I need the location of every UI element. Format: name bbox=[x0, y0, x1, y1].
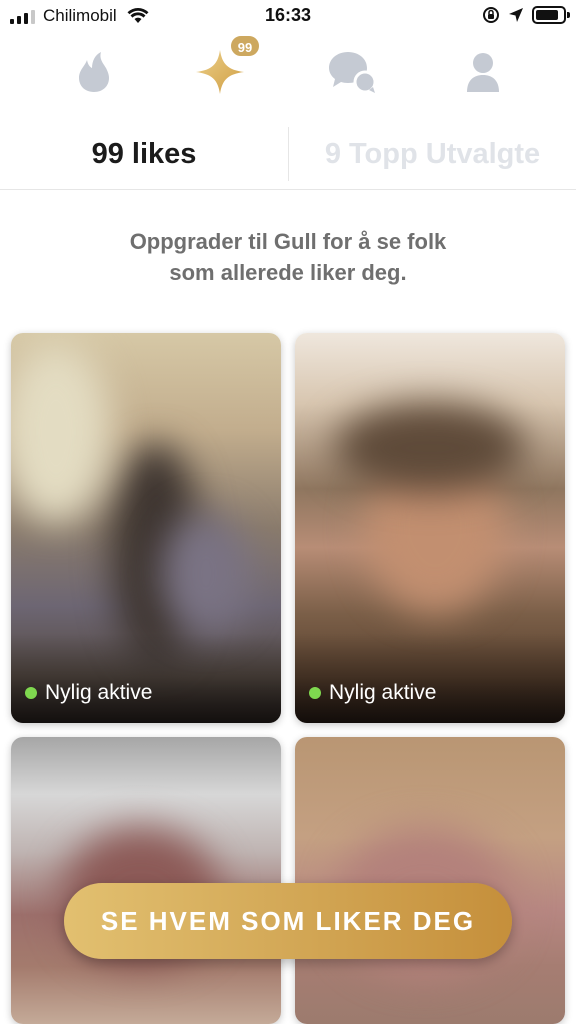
card-shade bbox=[295, 633, 565, 723]
blurred-profile-card[interactable]: Nylig aktive bbox=[11, 333, 281, 723]
likes-tabs: 99 likes 9 Topp Utvalgte bbox=[0, 118, 576, 190]
likes-screen: Chilimobil 16:33 99 99 likes 9 Topp Utva… bbox=[0, 0, 576, 1024]
tab-top-picks[interactable]: 9 Topp Utvalgte bbox=[289, 118, 576, 190]
blurred-figure bbox=[161, 513, 251, 633]
upgrade-message-line-1: Oppgrader til Gull for å se folk bbox=[129, 229, 447, 254]
status-bar: Chilimobil 16:33 bbox=[0, 0, 576, 34]
battery-level bbox=[536, 10, 558, 20]
see-who-likes-you-button[interactable]: SE HVEM SOM LIKER DEG bbox=[64, 883, 512, 959]
nav-profile-button[interactable] bbox=[453, 42, 513, 102]
active-dot-icon bbox=[25, 687, 37, 699]
active-status: Nylig aktive bbox=[25, 681, 152, 705]
likes-count-badge: 99 bbox=[229, 34, 261, 58]
blurred-hair bbox=[335, 403, 525, 493]
orientation-lock-icon bbox=[483, 7, 499, 23]
upgrade-message: Oppgrader til Gull for å se folk som all… bbox=[60, 226, 516, 288]
person-icon bbox=[467, 53, 499, 92]
tab-likes[interactable]: 99 likes bbox=[0, 118, 288, 190]
battery-icon bbox=[532, 6, 570, 24]
status-right bbox=[482, 6, 570, 24]
top-nav: 99 bbox=[0, 34, 576, 112]
active-status: Nylig aktive bbox=[309, 681, 436, 705]
card-shade bbox=[11, 633, 281, 723]
nav-messages-button[interactable] bbox=[323, 42, 383, 102]
location-icon bbox=[509, 8, 523, 22]
active-status-label: Nylig aktive bbox=[45, 681, 153, 704]
blurred-profile-card[interactable] bbox=[295, 737, 565, 1024]
nav-flame-button[interactable] bbox=[64, 42, 124, 102]
blurred-profile-card[interactable] bbox=[11, 737, 281, 1024]
chat-bubbles-icon bbox=[329, 52, 377, 94]
flame-icon bbox=[79, 52, 109, 92]
upgrade-message-line-2: som allerede liker deg. bbox=[169, 260, 407, 285]
active-dot-icon bbox=[309, 687, 321, 699]
blurred-profile-card[interactable]: Nylig aktive bbox=[295, 333, 565, 723]
active-status-label: Nylig aktive bbox=[329, 681, 437, 704]
blurred-background bbox=[11, 343, 111, 523]
